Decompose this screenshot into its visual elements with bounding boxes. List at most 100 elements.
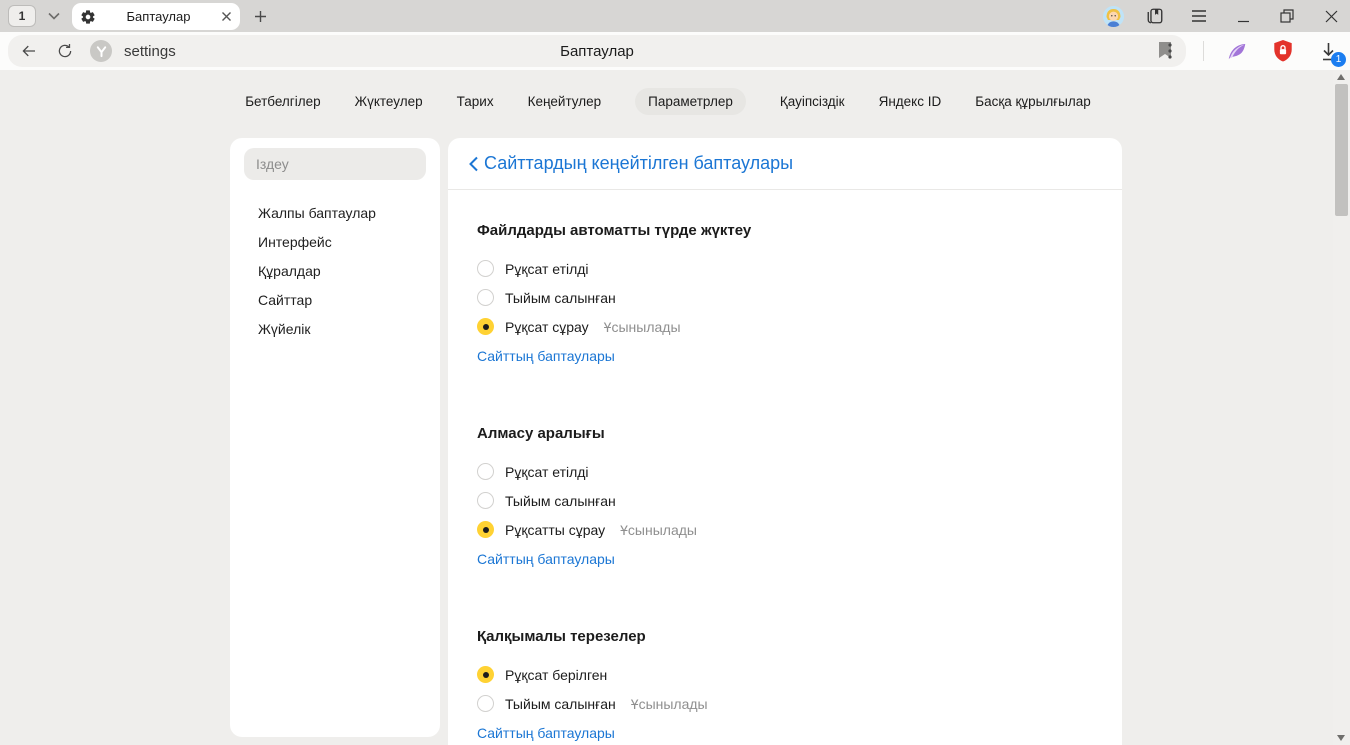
section-heading: Қалқымалы терезелер (477, 628, 1093, 645)
scrollbar-up-arrow[interactable] (1337, 74, 1345, 80)
close-icon (1325, 10, 1338, 23)
site-settings-link[interactable]: Сайттың баптаулары (477, 348, 615, 364)
back-button[interactable] (14, 36, 44, 66)
radio-option-label: Тыйым салынған (505, 290, 616, 306)
scrollbar-thumb[interactable] (1335, 84, 1348, 216)
plus-icon (254, 10, 267, 23)
settings-section-2: Қалқымалы терезелер Рұқсат берілген Тыйым … (477, 628, 1093, 743)
yandex-browser-icon (95, 45, 108, 58)
radio-unselected-icon[interactable] (477, 695, 494, 712)
settings-sidebar: Жалпы баптауларИнтерфейсҚұралдарСайттарЖ… (230, 138, 440, 737)
tab-counter-button[interactable]: 1 (8, 5, 36, 27)
reload-icon (56, 42, 74, 60)
gear-icon (80, 9, 96, 25)
radio-unselected-icon[interactable] (477, 463, 494, 480)
browser-menu-button[interactable] (1186, 3, 1212, 29)
url-text[interactable]: settings (124, 43, 176, 60)
page-header: Сайттардың кеңейтілген баптаулары (448, 138, 1122, 190)
chevron-left-icon (468, 156, 479, 172)
kebab-menu-icon (1168, 43, 1172, 59)
nav-tab-0[interactable]: Бетбелгілер (245, 88, 320, 115)
recommended-hint: Ұсынылады (631, 696, 708, 712)
sidebar-item-3[interactable]: Сайттар (258, 285, 430, 314)
chevron-down-icon (48, 12, 60, 20)
sidebar-item-1[interactable]: Интерфейс (258, 227, 430, 256)
profile-avatar[interactable] (1103, 6, 1124, 27)
shield-lock-icon (1272, 39, 1294, 63)
radio-option-row[interactable]: Рұқсат етілді (477, 457, 1093, 486)
radio-option-row[interactable]: Тыйым салынған Ұсынылады (477, 689, 1093, 718)
tabs-panel-icon (1146, 7, 1164, 25)
sidebar-list: Жалпы баптауларИнтерфейсҚұралдарСайттарЖ… (258, 198, 430, 343)
downloads-button[interactable]: 1 (1316, 39, 1340, 63)
new-tab-button[interactable] (248, 4, 273, 29)
nav-tab-4[interactable]: Параметрлер (635, 88, 746, 115)
browser-tab-settings[interactable]: Баптаулар (72, 3, 240, 30)
radio-option-row[interactable]: Тыйым салынған (477, 486, 1093, 515)
tab-panel-button[interactable] (1142, 3, 1168, 29)
radio-option-label: Тыйым салынған (505, 696, 616, 712)
settings-section-0: Файлдарды автоматты түрде жүктеу Рұқсат е… (477, 222, 1093, 366)
nav-tab-1[interactable]: Жүктеулер (355, 88, 423, 115)
nav-tab-7[interactable]: Басқа құрылғылар (975, 88, 1091, 115)
browser-tab-bar: 1 Баптаулар (0, 0, 1350, 32)
feather-icon (1226, 40, 1248, 62)
toolbar-divider (1203, 41, 1204, 61)
minimize-icon (1237, 10, 1250, 23)
settings-section-1: Алмасу аралығыРұқсат етілдіТыйым салынға… (477, 425, 1093, 569)
window-close-button[interactable] (1318, 3, 1344, 29)
page-title[interactable]: Сайттардың кеңейтілген баптаулары (484, 153, 793, 174)
back-to-sites-button[interactable] (463, 154, 483, 174)
radio-selected-icon[interactable] (477, 521, 494, 538)
section-heading: Файлдарды автоматты түрде жүктеу (477, 222, 1093, 239)
radio-option-row[interactable]: Рұқсат берілген (477, 660, 1093, 689)
settings-main-panel: Сайттардың кеңейтілген баптаулары Файлда… (448, 138, 1122, 745)
tab-title: Баптаулар (96, 9, 221, 24)
nav-tab-5[interactable]: Қауіпсіздік (780, 88, 845, 115)
window-restore-button[interactable] (1274, 3, 1300, 29)
radio-selected-icon[interactable] (477, 318, 494, 335)
hamburger-icon (1191, 10, 1207, 22)
radio-option-label: Тыйым салынған (505, 493, 616, 509)
address-bar-row: settings Баптаулар 1 (0, 32, 1350, 70)
feather-extension-button[interactable] (1224, 38, 1250, 64)
site-settings-link[interactable]: Сайттың баптаулары (477, 551, 615, 567)
settings-nav-tabs: Бетбелгілер Жүктеулер Тарих Кеңейтулер Парам… (0, 88, 1336, 115)
nav-tab-3[interactable]: Кеңейтулер (528, 88, 602, 115)
tab-close-icon[interactable] (221, 11, 232, 22)
radio-option-label: Рұқсат сұрау (505, 319, 589, 335)
radio-option-row[interactable]: Рұқсатты сұрау Ұсынылады (477, 515, 1093, 544)
recommended-hint: Ұсынылады (604, 319, 681, 335)
back-arrow-icon (20, 42, 38, 60)
protect-shield-button[interactable] (1270, 38, 1296, 64)
radio-unselected-icon[interactable] (477, 260, 494, 277)
radio-option-row[interactable]: Рұқсат етілді (477, 254, 1093, 283)
radio-selected-icon[interactable] (477, 666, 494, 683)
radio-unselected-icon[interactable] (477, 289, 494, 306)
download-count-badge: 1 (1331, 52, 1346, 67)
scrollbar-down-arrow[interactable] (1337, 735, 1345, 741)
site-settings-link[interactable]: Сайттың баптаулары (477, 725, 615, 741)
nav-tab-2[interactable]: Тарих (457, 88, 494, 115)
search-input[interactable] (244, 148, 426, 180)
page-scrollbar[interactable] (1333, 70, 1350, 745)
restore-icon (1280, 9, 1294, 23)
nav-tab-6[interactable]: Яндекс ID (879, 88, 942, 115)
tab-list-chevron-button[interactable] (42, 5, 66, 27)
radio-option-label: Рұқсат берілген (505, 667, 607, 683)
radio-option-label: Рұқсат етілді (505, 261, 589, 277)
window-minimize-button[interactable] (1230, 3, 1256, 29)
sidebar-item-4[interactable]: Жүйелік (258, 314, 430, 343)
site-favicon (90, 40, 112, 62)
reload-button[interactable] (50, 36, 80, 66)
sidebar-item-2[interactable]: Құралдар (258, 256, 430, 285)
recommended-hint: Ұсынылады (620, 522, 697, 538)
radio-unselected-icon[interactable] (477, 492, 494, 509)
radio-option-row[interactable]: Тыйым салынған (477, 283, 1093, 312)
extensions-menu-button[interactable] (1157, 38, 1183, 64)
omnibox[interactable]: settings Баптаулар (8, 35, 1186, 67)
radio-option-label: Рұқсатты сұрау (505, 522, 605, 538)
radio-option-row[interactable]: Рұқсат сұрау Ұсынылады (477, 312, 1093, 341)
sidebar-item-0[interactable]: Жалпы баптаулар (258, 198, 430, 227)
settings-sections: Файлдарды автоматты түрде жүктеу Рұқсат е… (448, 222, 1122, 745)
